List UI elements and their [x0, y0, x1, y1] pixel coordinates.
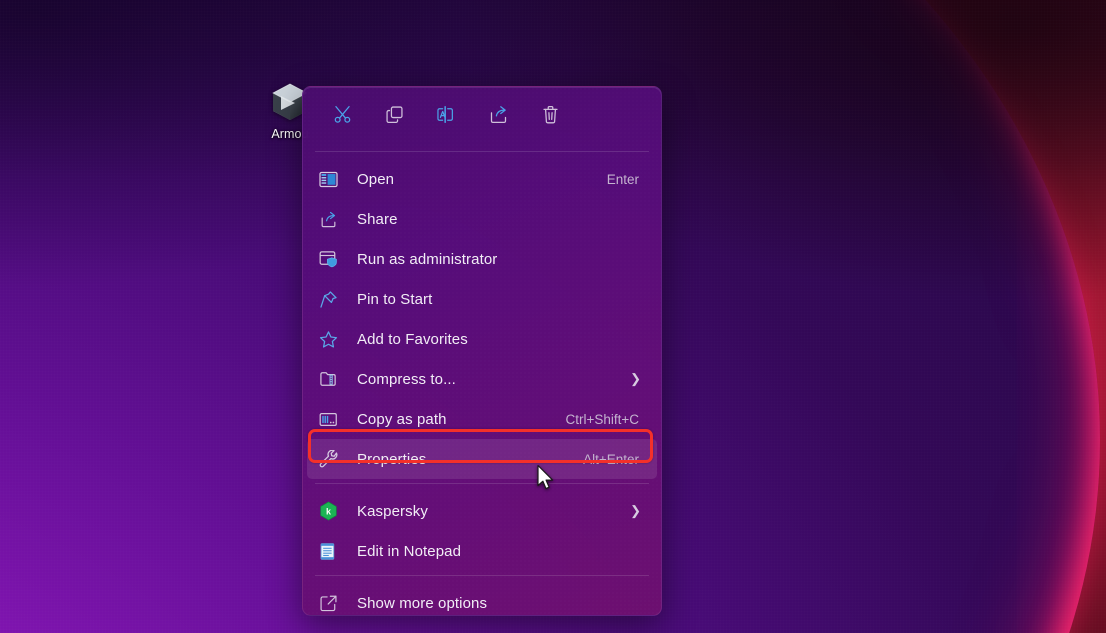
menu-item-accelerator: Enter	[606, 171, 639, 187]
kaspersky-icon: k	[319, 500, 345, 522]
notepad-icon	[319, 540, 345, 562]
menu-item-label: Run as administrator	[357, 250, 498, 268]
chevron-right-icon: ❯	[630, 503, 641, 518]
share-icon	[319, 208, 345, 230]
wrench-icon	[319, 448, 345, 470]
menu-item-label: Copy as path	[357, 410, 447, 428]
shield-window-icon	[319, 248, 345, 270]
menu-item-properties[interactable]: Properties Alt+Enter	[307, 439, 657, 479]
open-window-icon	[319, 168, 345, 190]
cut-button[interactable]	[319, 98, 365, 136]
copy-button[interactable]	[371, 98, 417, 136]
context-menu-toolbar	[303, 87, 661, 147]
share-button[interactable]	[475, 98, 521, 136]
copy-icon	[384, 104, 405, 130]
menu-group-apps: k Kaspersky ❯ Edit in Notepad	[303, 488, 661, 571]
svg-text:k: k	[326, 507, 331, 517]
menu-item-label: Add to Favorites	[357, 330, 468, 348]
menu-item-copy-as-path[interactable]: Copy as path Ctrl+Shift+C	[307, 399, 657, 439]
menu-divider-2	[315, 575, 649, 576]
menu-item-pin-to-start[interactable]: Pin to Start	[307, 279, 657, 319]
menu-item-label: Pin to Start	[357, 290, 433, 308]
rename-button[interactable]	[423, 98, 469, 136]
menu-item-accelerator: Alt+Enter	[583, 451, 639, 467]
menu-item-kaspersky[interactable]: k Kaspersky ❯	[307, 491, 657, 531]
menu-item-label: Open	[357, 170, 395, 188]
menu-item-edit-in-notepad[interactable]: Edit in Notepad	[307, 531, 657, 571]
menu-item-open[interactable]: Open Enter	[307, 159, 657, 199]
menu-item-show-more-options[interactable]: Show more options	[307, 583, 657, 615]
share-icon	[488, 104, 509, 130]
zip-folder-icon	[319, 368, 345, 390]
delete-button[interactable]	[527, 98, 573, 136]
copy-path-icon	[319, 408, 345, 430]
menu-item-label: Share	[357, 210, 398, 228]
menu-item-label: Edit in Notepad	[357, 542, 462, 560]
menu-item-label: Kaspersky	[357, 502, 428, 520]
menu-item-share[interactable]: Share	[307, 199, 657, 239]
menu-item-run-as-administrator[interactable]: Run as administrator	[307, 239, 657, 279]
context-menu[interactable]: Open Enter Share Run as administrator Pi…	[302, 86, 662, 616]
scissors-icon	[332, 104, 353, 130]
menu-item-label: Properties	[357, 450, 427, 468]
menu-item-compress-to[interactable]: Compress to... ❯	[307, 359, 657, 399]
rename-icon	[435, 104, 457, 130]
menu-item-accelerator: Ctrl+Shift+C	[565, 411, 639, 427]
menu-divider-1	[315, 483, 649, 484]
menu-group-primary: Open Enter Share Run as administrator Pi…	[303, 156, 661, 479]
more-options-icon	[319, 592, 345, 614]
trash-icon	[540, 104, 561, 130]
menu-item-add-to-favorites[interactable]: Add to Favorites	[307, 319, 657, 359]
toolbar-divider	[315, 151, 649, 152]
star-icon	[319, 328, 345, 350]
menu-item-label: Compress to...	[357, 370, 456, 388]
menu-item-label: Show more options	[357, 594, 488, 612]
menu-group-more: Show more options	[303, 580, 661, 615]
pin-icon	[319, 288, 345, 310]
chevron-right-icon: ❯	[630, 371, 641, 386]
